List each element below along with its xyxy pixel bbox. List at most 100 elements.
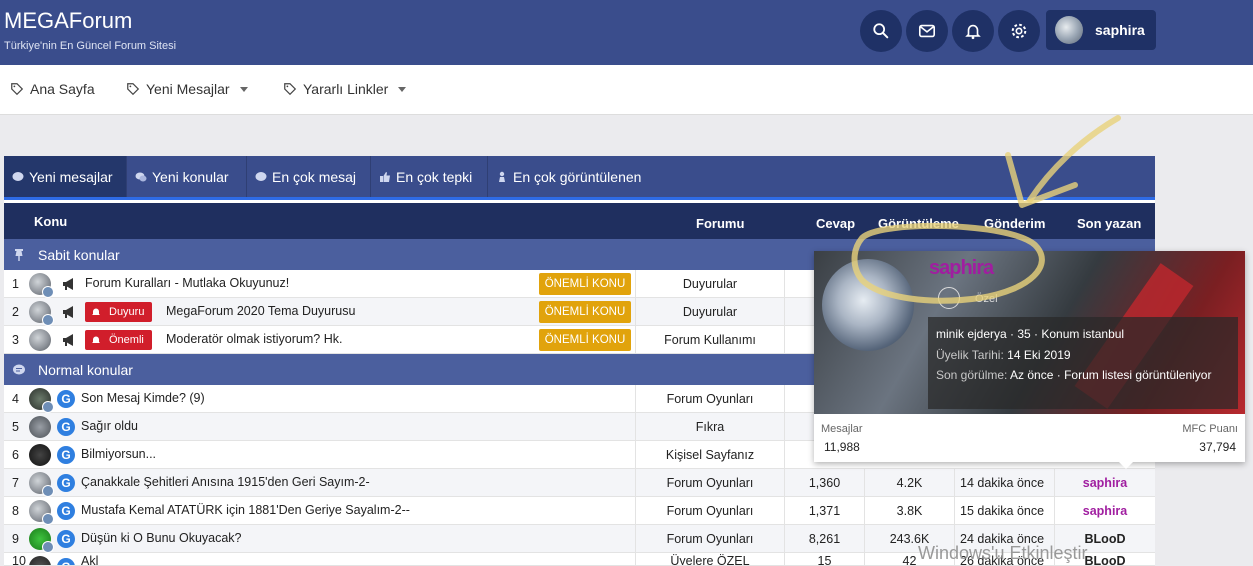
google-icon: G xyxy=(57,530,75,548)
col-views[interactable]: Görüntüleme xyxy=(878,216,959,231)
row-number: 2 xyxy=(12,305,19,319)
prefix-badge[interactable]: Önemli xyxy=(85,330,152,350)
avatar[interactable] xyxy=(29,388,54,413)
last-poster[interactable]: saphira xyxy=(1055,469,1155,497)
table-row[interactable]: 8 G Mustafa Kemal ATATÜRK için 1881'Den … xyxy=(4,497,1155,525)
nav-home-label: Ana Sayfa xyxy=(30,81,95,97)
avatar xyxy=(42,286,54,298)
user-menu-button[interactable]: saphira xyxy=(1046,10,1156,50)
topic-title[interactable]: Son Mesaj Kimde? (9) xyxy=(81,391,205,405)
messages-count[interactable]: 11,988 xyxy=(824,440,860,454)
last-poster[interactable]: saphira xyxy=(1055,497,1155,525)
col-sent[interactable]: Gönderim xyxy=(984,216,1045,231)
avatar[interactable] xyxy=(29,472,54,497)
search-button[interactable] xyxy=(860,10,902,52)
reply-count: 8,261 xyxy=(785,525,865,553)
site-subtitle: Türkiye'nin En Güncel Forum Sitesi xyxy=(4,40,177,52)
post-time[interactable]: 15 dakika önce xyxy=(955,497,1055,525)
column-header: Konu Forumu Cevap Görüntüleme Gönderim S… xyxy=(4,203,1155,239)
thumbs-up-icon xyxy=(380,171,390,182)
user-name: saphira xyxy=(1095,22,1145,38)
forum-name[interactable]: Kişisel Sayfanız xyxy=(635,441,785,469)
topic-title[interactable]: Mustafa Kemal ATATÜRK için 1881'Den Geri… xyxy=(81,503,410,517)
google-icon: G xyxy=(57,390,75,408)
points-value: 37,794 xyxy=(1199,440,1236,454)
tab-new-posts[interactable]: Yeni mesajlar xyxy=(4,156,127,197)
tab-label: En çok mesaj xyxy=(272,168,357,185)
last-seen[interactable]: Az önce · Forum listesi görüntüleniyor xyxy=(1010,368,1211,382)
row-number: 6 xyxy=(12,448,19,462)
alerts-button[interactable] xyxy=(952,10,994,52)
avatar[interactable] xyxy=(29,444,51,466)
role-badge-icon xyxy=(938,287,960,309)
forum-name[interactable]: Forum Oyunları xyxy=(635,497,785,525)
forum-name[interactable]: Duyurular xyxy=(635,298,785,326)
post-time[interactable]: 14 dakika önce xyxy=(955,469,1055,497)
avatar xyxy=(42,541,54,553)
chevron-down-icon[interactable] xyxy=(398,86,407,92)
megaphone-icon xyxy=(63,278,73,290)
topic-title[interactable]: Moderatör olmak istiyorum? Hk. xyxy=(166,332,342,346)
avatar[interactable] xyxy=(29,528,54,553)
nav-new-posts-label: Yeni Mesajlar xyxy=(146,81,230,97)
site-title[interactable]: MEGAForum xyxy=(4,8,132,34)
view-count: 4.2K xyxy=(865,469,955,497)
table-row[interactable]: 7 G Çanakkale Şehitleri Anısına 1915'den… xyxy=(4,469,1155,497)
topic-title[interactable]: Akl xyxy=(81,554,98,565)
messages-label: Mesajlar xyxy=(821,423,863,435)
row-number: 9 xyxy=(12,532,19,546)
topic-title[interactable]: Çanakkale Şehitleri Anısına 1915'den Ger… xyxy=(81,475,370,489)
avatar[interactable] xyxy=(29,416,51,438)
topic-title[interactable]: Düşün ki O Bunu Okuyacak? xyxy=(81,531,242,545)
forum-name[interactable]: Forum Oyunları xyxy=(635,385,785,413)
join-label: Üyelik Tarihi: xyxy=(936,347,1004,362)
member-details: minik ejderya · 35 · Konum istanbul xyxy=(936,327,1125,341)
tab-new-topics[interactable]: Yeni konular xyxy=(127,156,247,197)
nav-home[interactable]: Ana Sayfa xyxy=(10,81,95,97)
member-name[interactable]: saphira xyxy=(929,257,994,280)
col-replies[interactable]: Cevap xyxy=(816,216,855,231)
avatar[interactable] xyxy=(822,259,914,351)
avatar xyxy=(42,314,54,326)
forum-name[interactable]: Forum Kullanımı xyxy=(635,326,785,354)
forum-name[interactable]: Duyurular xyxy=(635,270,785,298)
avatar[interactable] xyxy=(29,329,51,351)
bell-icon xyxy=(92,308,100,315)
tab-most-messages[interactable]: En çok mesaj xyxy=(247,156,371,197)
important-badge: ÖNEMLİ KONU xyxy=(539,329,631,351)
messages-button[interactable] xyxy=(906,10,948,52)
tab-most-viewed[interactable]: En çok görüntülenen xyxy=(488,156,658,197)
forum-name[interactable]: Forum Oyunları xyxy=(635,469,785,497)
col-last-poster[interactable]: Son yazan xyxy=(1077,216,1141,231)
avatar[interactable] xyxy=(29,556,51,565)
avatar[interactable] xyxy=(29,500,54,525)
gear-icon xyxy=(1011,23,1027,39)
forum-name[interactable]: Fıkra xyxy=(635,413,785,441)
prefix-label: Duyuru xyxy=(109,306,145,318)
pin-icon xyxy=(15,248,23,261)
chevron-down-icon[interactable] xyxy=(239,86,248,92)
avatar[interactable] xyxy=(29,273,54,298)
tag-icon xyxy=(284,83,297,96)
nav-new-posts[interactable]: Yeni Mesajlar xyxy=(126,81,248,97)
col-forum[interactable]: Forumu xyxy=(696,216,744,231)
row-number: 8 xyxy=(12,504,19,518)
topic-title[interactable]: Sağır oldu xyxy=(81,419,138,433)
forum-name[interactable]: Üyelere ÖZEL xyxy=(635,553,785,565)
topic-title[interactable]: Forum Kuralları - Mutlaka Okuyunuz! xyxy=(85,276,289,290)
row-number: 5 xyxy=(12,420,19,434)
section-title: Sabit konular xyxy=(38,246,120,263)
topic-title[interactable]: Bilmiyorsun... xyxy=(81,447,156,461)
topic-title[interactable]: MegaForum 2020 Tema Duyurusu xyxy=(166,304,355,318)
settings-button[interactable] xyxy=(998,10,1040,52)
avatar[interactable] xyxy=(29,301,54,326)
google-icon: G xyxy=(57,502,75,520)
nav-useful-links[interactable]: Yararlı Linkler xyxy=(283,81,407,97)
tab-label: En çok tepki xyxy=(396,168,473,185)
prefix-badge[interactable]: Duyuru xyxy=(85,302,153,322)
forum-name[interactable]: Forum Oyunları xyxy=(635,525,785,553)
col-topic[interactable]: Konu xyxy=(34,214,67,229)
row-number: 1 xyxy=(12,277,19,291)
tab-most-reactions[interactable]: En çok tepki xyxy=(371,156,488,197)
bell-icon xyxy=(92,336,100,343)
